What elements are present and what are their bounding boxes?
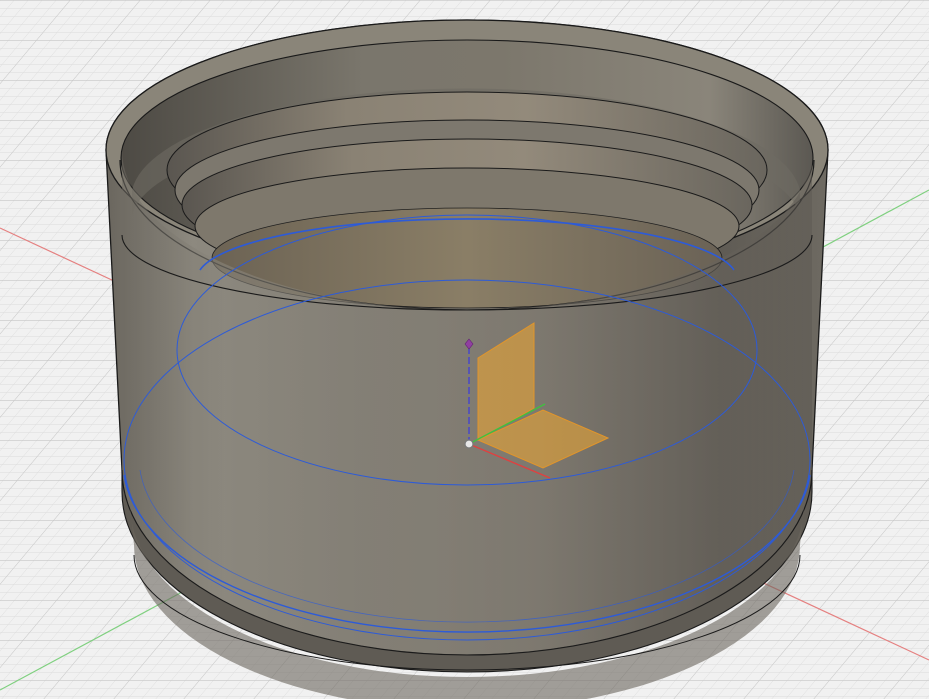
origin-point	[464, 439, 474, 449]
cap-body[interactable]	[105, 19, 829, 699]
3d-viewport[interactable]	[0, 0, 929, 699]
